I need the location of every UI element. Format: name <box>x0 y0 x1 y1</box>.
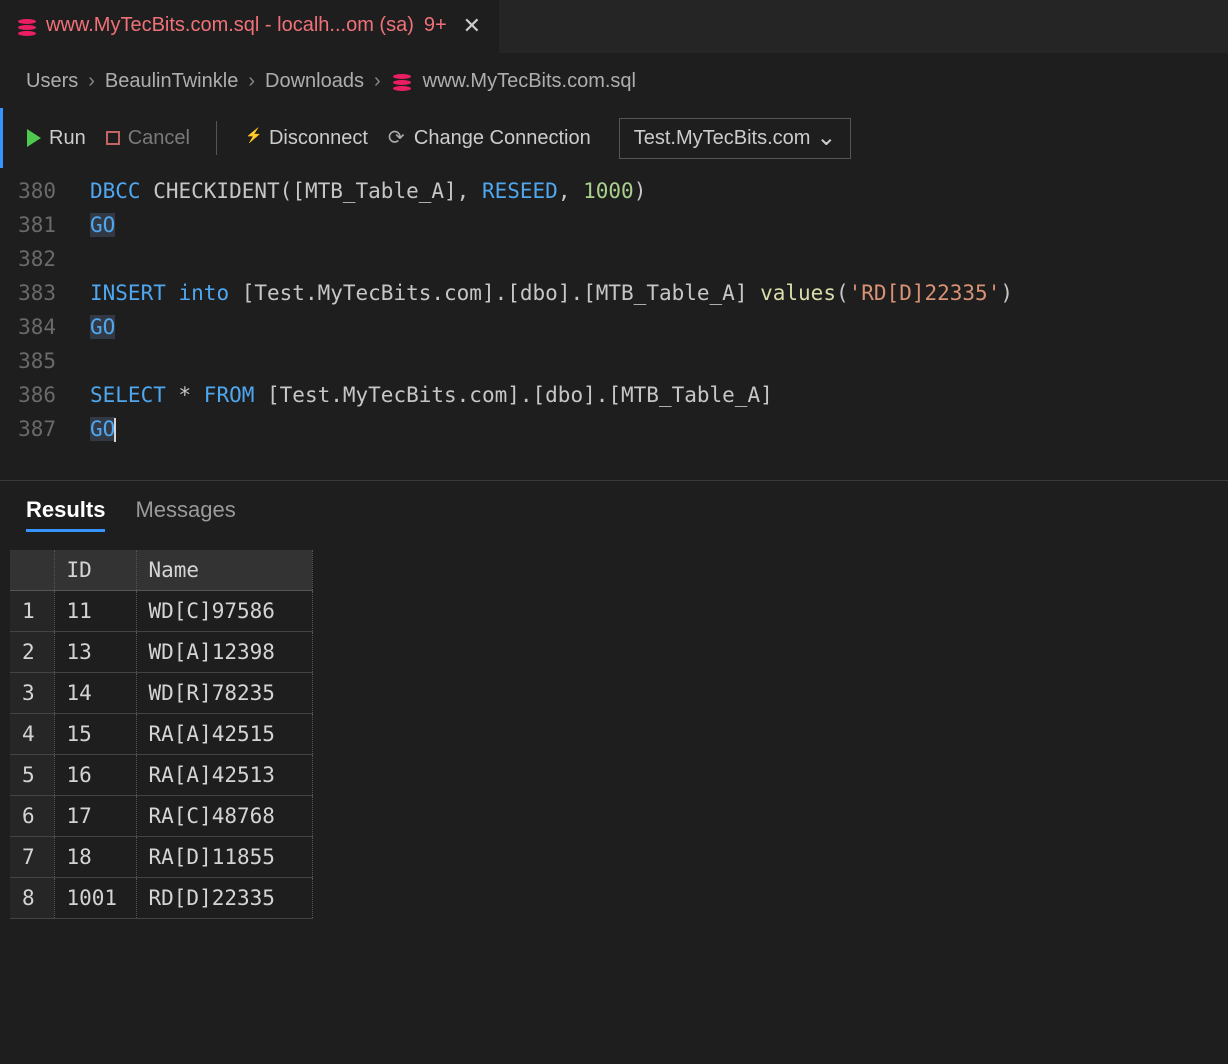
table-row[interactable]: 81001RD[D]22335 <box>10 878 312 919</box>
line-number: 384 <box>0 310 90 344</box>
row-number: 5 <box>10 755 54 796</box>
row-number: 8 <box>10 878 54 919</box>
change-connection-label: Change Connection <box>414 127 591 150</box>
editor-tab[interactable]: www.MyTecBits.com.sql - localh...om (sa)… <box>0 0 499 53</box>
line-number: 383 <box>0 276 90 310</box>
chevron-right-icon: › <box>248 70 255 93</box>
code-content[interactable]: DBCC CHECKIDENT([MTB_Table_A], RESEED, 1… <box>90 174 646 208</box>
cell[interactable]: 1001 <box>54 878 136 919</box>
cell[interactable]: 11 <box>54 591 136 632</box>
close-icon[interactable]: ✕ <box>463 13 481 39</box>
cell[interactable]: RA[A]42515 <box>136 714 312 755</box>
line-number: 382 <box>0 242 90 276</box>
breadcrumb-item[interactable]: BeaulinTwinkle <box>105 70 238 93</box>
cell[interactable]: RD[D]22335 <box>136 878 312 919</box>
divider <box>216 121 217 155</box>
text-cursor <box>114 418 116 442</box>
cell[interactable]: 17 <box>54 796 136 837</box>
disconnect-button[interactable]: Disconnect <box>243 127 368 150</box>
code-content[interactable]: GO <box>90 208 115 242</box>
code-line[interactable]: 386SELECT * FROM [Test.MyTecBits.com].[d… <box>0 378 1228 412</box>
row-number: 4 <box>10 714 54 755</box>
line-number: 385 <box>0 344 90 378</box>
tab-results[interactable]: Results <box>26 497 105 532</box>
change-connection-button[interactable]: Change Connection <box>388 127 591 150</box>
stop-icon <box>106 131 120 145</box>
play-icon <box>27 129 41 147</box>
cell[interactable]: RA[C]48768 <box>136 796 312 837</box>
code-line[interactable]: 380DBCC CHECKIDENT([MTB_Table_A], RESEED… <box>0 174 1228 208</box>
results-tab-bar: Results Messages <box>0 481 1228 538</box>
code-line[interactable]: 383INSERT into [Test.MyTecBits.com].[dbo… <box>0 276 1228 310</box>
tab-bar: www.MyTecBits.com.sql - localh...om (sa)… <box>0 0 1228 54</box>
breadcrumb: Users › BeaulinTwinkle › Downloads › www… <box>0 54 1228 108</box>
cell[interactable]: 15 <box>54 714 136 755</box>
cell[interactable]: 13 <box>54 632 136 673</box>
cell[interactable]: WD[A]12398 <box>136 632 312 673</box>
table-row[interactable]: 415RA[A]42515 <box>10 714 312 755</box>
code-line[interactable]: 381GO <box>0 208 1228 242</box>
toolbar: Run Cancel Disconnect Change Connection … <box>0 108 1228 168</box>
cell[interactable]: RA[D]11855 <box>136 837 312 878</box>
database-select-value: Test.MyTecBits.com <box>634 127 811 149</box>
chevron-right-icon: › <box>374 70 381 93</box>
tab-messages[interactable]: Messages <box>135 497 235 532</box>
refresh-icon <box>388 129 406 147</box>
column-header[interactable]: Name <box>136 550 312 591</box>
row-number: 1 <box>10 591 54 632</box>
code-line[interactable]: 382 <box>0 242 1228 276</box>
line-number: 380 <box>0 174 90 208</box>
cancel-label: Cancel <box>128 127 190 150</box>
cell[interactable]: WD[C]97586 <box>136 591 312 632</box>
breadcrumb-item[interactable]: Users <box>26 70 78 93</box>
line-number: 387 <box>0 412 90 446</box>
results-grid[interactable]: IDName111WD[C]97586213WD[A]12398314WD[R]… <box>10 550 313 919</box>
database-select[interactable]: Test.MyTecBits.com <box>619 118 852 159</box>
table-row[interactable]: 516RA[A]42513 <box>10 755 312 796</box>
code-content[interactable]: GO <box>90 412 116 446</box>
breadcrumb-item[interactable]: www.MyTecBits.com.sql <box>423 70 636 93</box>
cancel-button[interactable]: Cancel <box>106 127 190 150</box>
tab-title: www.MyTecBits.com.sql - localh...om (sa) <box>46 14 414 37</box>
line-number: 381 <box>0 208 90 242</box>
table-row[interactable]: 213WD[A]12398 <box>10 632 312 673</box>
chevron-right-icon: › <box>88 70 95 93</box>
column-header[interactable]: ID <box>54 550 136 591</box>
code-line[interactable]: 385 <box>0 344 1228 378</box>
tab-badge: 9+ <box>424 14 447 37</box>
code-line[interactable]: 387GO <box>0 412 1228 446</box>
cell[interactable]: 16 <box>54 755 136 796</box>
grid-corner <box>10 550 54 591</box>
row-number: 3 <box>10 673 54 714</box>
code-content[interactable]: SELECT * FROM [Test.MyTecBits.com].[dbo]… <box>90 378 773 412</box>
row-number: 6 <box>10 796 54 837</box>
row-number: 7 <box>10 837 54 878</box>
cell[interactable]: 14 <box>54 673 136 714</box>
table-row[interactable]: 111WD[C]97586 <box>10 591 312 632</box>
row-number: 2 <box>10 632 54 673</box>
disconnect-label: Disconnect <box>269 127 368 150</box>
code-line[interactable]: 384GO <box>0 310 1228 344</box>
database-icon <box>393 74 411 88</box>
breadcrumb-item[interactable]: Downloads <box>265 70 364 93</box>
code-content[interactable]: INSERT into [Test.MyTecBits.com].[dbo].[… <box>90 276 1013 310</box>
code-editor[interactable]: 380DBCC CHECKIDENT([MTB_Table_A], RESEED… <box>0 168 1228 470</box>
cell[interactable]: RA[A]42513 <box>136 755 312 796</box>
line-number: 386 <box>0 378 90 412</box>
database-icon <box>18 19 36 33</box>
run-label: Run <box>49 127 86 150</box>
table-row[interactable]: 617RA[C]48768 <box>10 796 312 837</box>
table-row[interactable]: 718RA[D]11855 <box>10 837 312 878</box>
cell[interactable]: WD[R]78235 <box>136 673 312 714</box>
disconnect-icon <box>243 129 261 147</box>
run-button[interactable]: Run <box>27 127 86 150</box>
table-row[interactable]: 314WD[R]78235 <box>10 673 312 714</box>
cell[interactable]: 18 <box>54 837 136 878</box>
code-content[interactable]: GO <box>90 310 115 344</box>
